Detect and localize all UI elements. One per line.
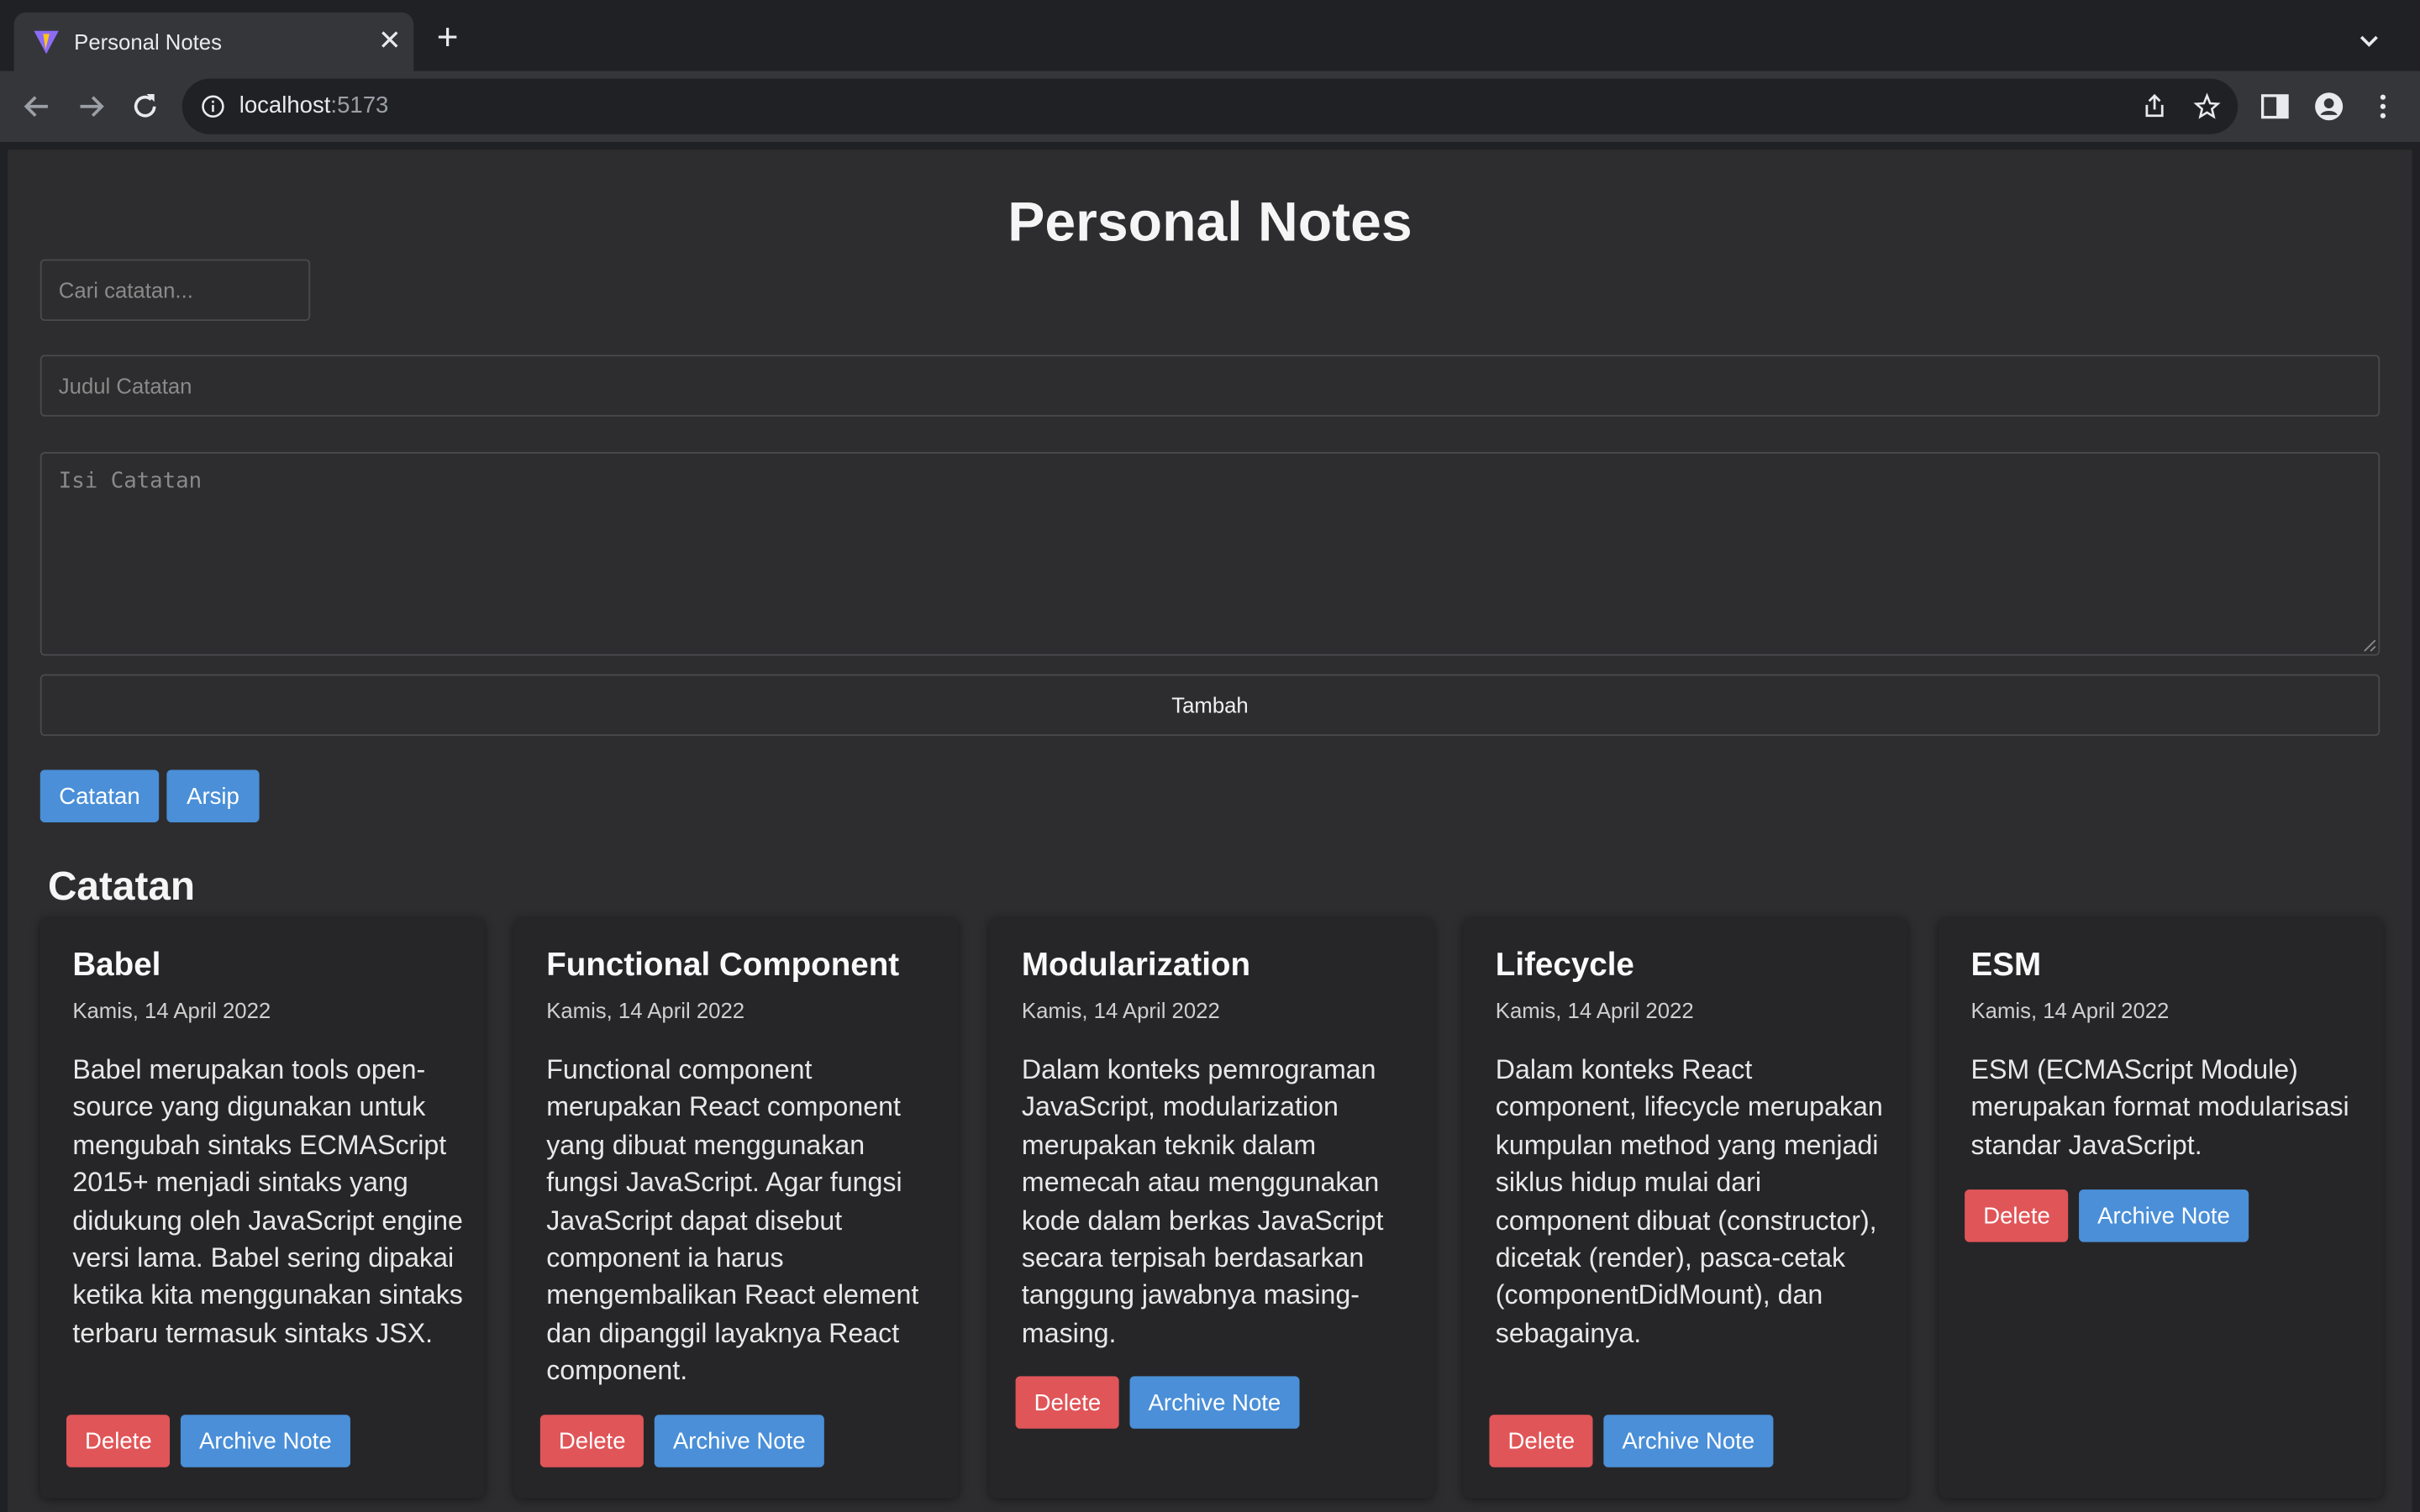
browser-window: Personal Notes ✕ + localhost:5173 Person… [0,0,2420,1512]
note-body: Dalam konteks React component, lifecycle… [1495,1053,1883,1349]
add-note-button[interactable]: Tambah [39,674,2381,737]
address-bar[interactable]: localhost:5173 [182,78,2238,134]
note-card-functional-component: Functional Component Kamis, 14 April 202… [513,917,959,1499]
delete-button[interactable]: Delete [1965,1189,2069,1242]
note-body: Dalam konteks pemrograman JavaScript, mo… [1021,1053,1384,1349]
delete-button[interactable]: Delete [66,1415,171,1467]
archive-note-button[interactable]: Archive Note [2079,1189,2249,1242]
tab-catatan[interactable]: Catatan [39,769,160,822]
note-card-babel: Babel Kamis, 14 April 2022 Babel merupak… [39,917,485,1499]
delete-button[interactable]: Delete [1489,1415,1594,1467]
tab-strip: Personal Notes ✕ + [0,0,2420,71]
note-title-input[interactable] [39,354,2381,417]
note-date: Kamis, 14 April 2022 [1970,998,2170,1023]
note-title: Functional Component [546,947,900,983]
app-page: Personal Notes Tambah Catatan Arsip Cata… [8,150,2412,1512]
reload-icon[interactable] [128,90,161,123]
note-body-textarea[interactable] [39,452,2381,656]
new-tab-icon[interactable]: + [437,19,459,57]
note-body: ESM (ECMAScript Module) merupakan format… [1970,1053,2349,1160]
tab-title: Personal Notes [74,29,222,55]
tab-arsip[interactable]: Arsip [166,769,260,822]
note-title: Babel [72,947,161,983]
archive-note-button[interactable]: Archive Note [654,1415,824,1467]
note-card-modularization: Modularization Kamis, 14 April 2022 Dala… [989,917,1434,1499]
bookmark-star-icon[interactable] [2193,92,2221,120]
page-title: Personal Notes [1007,189,1413,254]
note-body: Babel merupakan tools open-source yang d… [72,1053,463,1349]
note-body: Functional component merupakan React com… [546,1053,919,1386]
side-panel-icon[interactable] [2260,91,2291,122]
kebab-menu-icon[interactable] [2368,91,2399,122]
resize-grip-icon[interactable] [2361,638,2376,653]
section-title: Catatan [47,862,196,909]
note-date: Kamis, 14 April 2022 [546,998,745,1023]
chevron-down-icon[interactable] [2355,26,2383,54]
browser-tab[interactable]: Personal Notes ✕ [13,12,414,71]
note-title: ESM [1970,947,2042,983]
forward-arrow-icon[interactable] [74,90,108,123]
note-card-lifecycle: Lifecycle Kamis, 14 April 2022 Dalam kon… [1463,917,1908,1499]
close-tab-icon[interactable]: ✕ [378,26,402,54]
note-date: Kamis, 14 April 2022 [1021,998,1220,1023]
note-title: Lifecycle [1495,947,1634,983]
note-date: Kamis, 14 April 2022 [1495,998,1694,1023]
note-date: Kamis, 14 April 2022 [72,998,271,1023]
archive-note-button[interactable]: Archive Note [1129,1376,1300,1429]
profile-avatar-icon[interactable] [2313,91,2344,122]
delete-button[interactable]: Delete [1015,1376,1120,1429]
back-arrow-icon[interactable] [20,90,54,123]
vite-favicon-icon [34,30,59,55]
note-card-esm: ESM Kamis, 14 April 2022 ESM (ECMAScript… [1938,917,2383,1499]
note-title: Modularization [1021,947,1251,983]
info-icon[interactable] [201,94,225,118]
share-icon[interactable] [2141,92,2169,120]
browser-toolbar: localhost:5173 [0,71,2420,142]
delete-button[interactable]: Delete [539,1415,644,1467]
search-input[interactable] [39,259,311,322]
url-text: localhost:5173 [239,92,389,119]
archive-note-button[interactable]: Archive Note [180,1415,350,1467]
archive-note-button[interactable]: Archive Note [1603,1415,1774,1467]
